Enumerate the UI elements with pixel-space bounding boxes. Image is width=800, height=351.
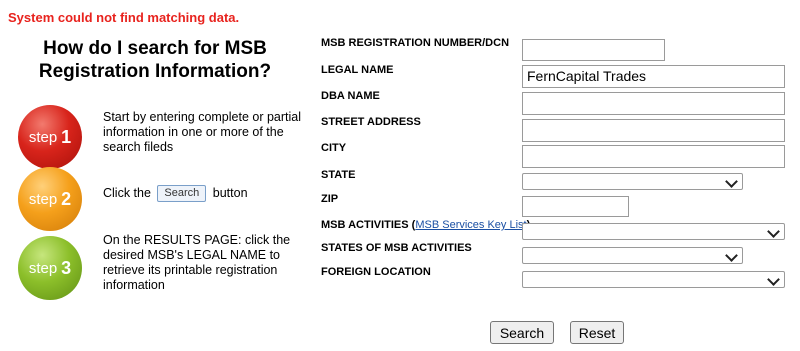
chevron-down-icon xyxy=(767,225,780,238)
states-activities-select[interactable] xyxy=(522,247,743,264)
page-heading: How do I search for MSB Registration Inf… xyxy=(20,37,290,83)
step-1-description: Start by entering complete or partial in… xyxy=(103,110,303,155)
heading-line-2: Registration Information? xyxy=(38,61,272,82)
step-2-text-after: button xyxy=(212,185,248,200)
heading-line-1: How do I search for MSB xyxy=(43,38,267,59)
legal-name-label: LEGAL NAME xyxy=(321,64,394,76)
state-select[interactable] xyxy=(522,173,743,190)
step-1-text: Start by entering complete or partial in… xyxy=(103,110,302,154)
msb-reg-input[interactable] xyxy=(522,39,665,61)
chevron-down-icon xyxy=(725,249,738,262)
step-2-number: 2 xyxy=(61,188,72,209)
street-address-input[interactable] xyxy=(522,119,785,142)
states-activities-label: STATES OF MSB ACTIVITIES xyxy=(321,242,472,254)
step-1-word: step xyxy=(28,128,58,146)
dba-name-input[interactable] xyxy=(522,92,785,115)
step-3-number: 3 xyxy=(61,257,72,278)
msb-services-key-list-link[interactable]: MSB Services Key List xyxy=(415,219,526,231)
msb-activities-select[interactable] xyxy=(522,223,785,240)
city-label: CITY xyxy=(321,142,347,154)
dba-name-label: DBA NAME xyxy=(321,90,380,102)
step-2-text-before: Click the xyxy=(103,185,151,200)
chevron-down-icon xyxy=(767,273,780,286)
step-3-description: On the RESULTS PAGE: click the desired M… xyxy=(103,233,303,293)
step-2-description: Click the Search button xyxy=(103,185,303,202)
step-2-search-example: Search xyxy=(157,185,207,202)
step-1-number: 1 xyxy=(61,126,72,147)
msb-reg-label: MSB REGISTRATION NUMBER/DCN xyxy=(321,37,510,49)
step-3-text: On the RESULTS PAGE: click the desired M… xyxy=(103,233,291,292)
foreign-location-label: FOREIGN LOCATION xyxy=(321,266,431,278)
city-input[interactable] xyxy=(522,145,785,168)
search-button[interactable]: Search xyxy=(490,321,554,344)
chevron-down-icon xyxy=(725,175,738,188)
step-3-word: step xyxy=(28,259,58,277)
foreign-location-select[interactable] xyxy=(522,271,785,288)
step-2-badge: step 2 xyxy=(18,167,82,231)
step-1-badge: step 1 xyxy=(18,105,82,169)
step-2-word: step xyxy=(28,190,58,208)
error-message: System could not find matching data. xyxy=(8,10,240,25)
step-3-badge: step 3 xyxy=(18,236,82,300)
msb-activities-text: MSB ACTIVITIES xyxy=(321,219,409,231)
street-address-label: STREET ADDRESS xyxy=(321,116,421,128)
legal-name-input[interactable]: FernCapital Trades xyxy=(522,65,785,88)
state-label: STATE xyxy=(321,169,356,181)
zip-input[interactable] xyxy=(522,196,629,217)
msb-activities-label: MSB ACTIVITIES (MSB Services Key List) xyxy=(321,219,530,231)
zip-label: ZIP xyxy=(321,193,339,205)
reset-button[interactable]: Reset xyxy=(570,321,624,344)
